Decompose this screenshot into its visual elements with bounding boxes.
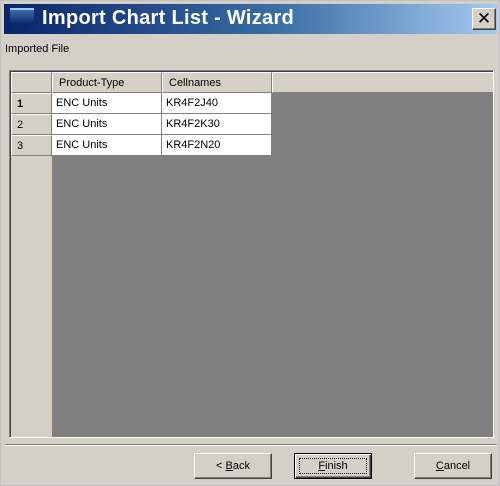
column-header-row: Product-Type Cellnames: [11, 72, 493, 93]
title-bar[interactable]: Import Chart List - Wizard ✕: [4, 4, 498, 34]
finish-button[interactable]: Finish: [294, 453, 372, 479]
window-title: Import Chart List - Wizard: [42, 7, 295, 29]
table-cell-product-type[interactable]: ENC Units: [52, 135, 162, 156]
cancel-button-label: Cancel: [435, 460, 471, 472]
table-cell-cellname[interactable]: KR4F2J40: [162, 93, 272, 114]
column-header-product-type[interactable]: Product-Type: [52, 72, 162, 93]
close-icon: ✕: [476, 8, 492, 29]
table-cell-cellname[interactable]: KR4F2N20: [162, 135, 272, 156]
close-button[interactable]: ✕: [472, 8, 496, 30]
table-cell-product-type[interactable]: ENC Units: [52, 93, 162, 114]
row-header-2[interactable]: 2: [11, 114, 52, 135]
bottom-divider: [5, 444, 497, 446]
wizard-window: Import Chart List - Wizard ✕ Imported Fi…: [0, 0, 500, 486]
imported-file-label: Imported File: [5, 43, 70, 55]
table-cell-cellname[interactable]: KR4F2K30: [162, 114, 272, 135]
grid-corner-cell[interactable]: [11, 72, 52, 93]
cancel-button[interactable]: Cancel: [414, 453, 492, 479]
app-icon[interactable]: [10, 8, 34, 25]
row-header-3[interactable]: 3: [11, 135, 52, 156]
import-grid[interactable]: Product-Type Cellnames 1 ENC Units KR4F2…: [9, 70, 494, 438]
back-button-label: < Back: [216, 460, 250, 472]
row-header-1[interactable]: 1: [11, 93, 52, 114]
finish-button-label: Finish: [318, 460, 348, 472]
table-cell-product-type[interactable]: ENC Units: [52, 114, 162, 135]
column-header-filler: [272, 72, 493, 93]
grid-area: Product-Type Cellnames 1 ENC Units KR4F2…: [10, 71, 493, 437]
column-header-cellnames[interactable]: Cellnames: [162, 72, 272, 93]
back-button[interactable]: < Back: [194, 453, 272, 479]
